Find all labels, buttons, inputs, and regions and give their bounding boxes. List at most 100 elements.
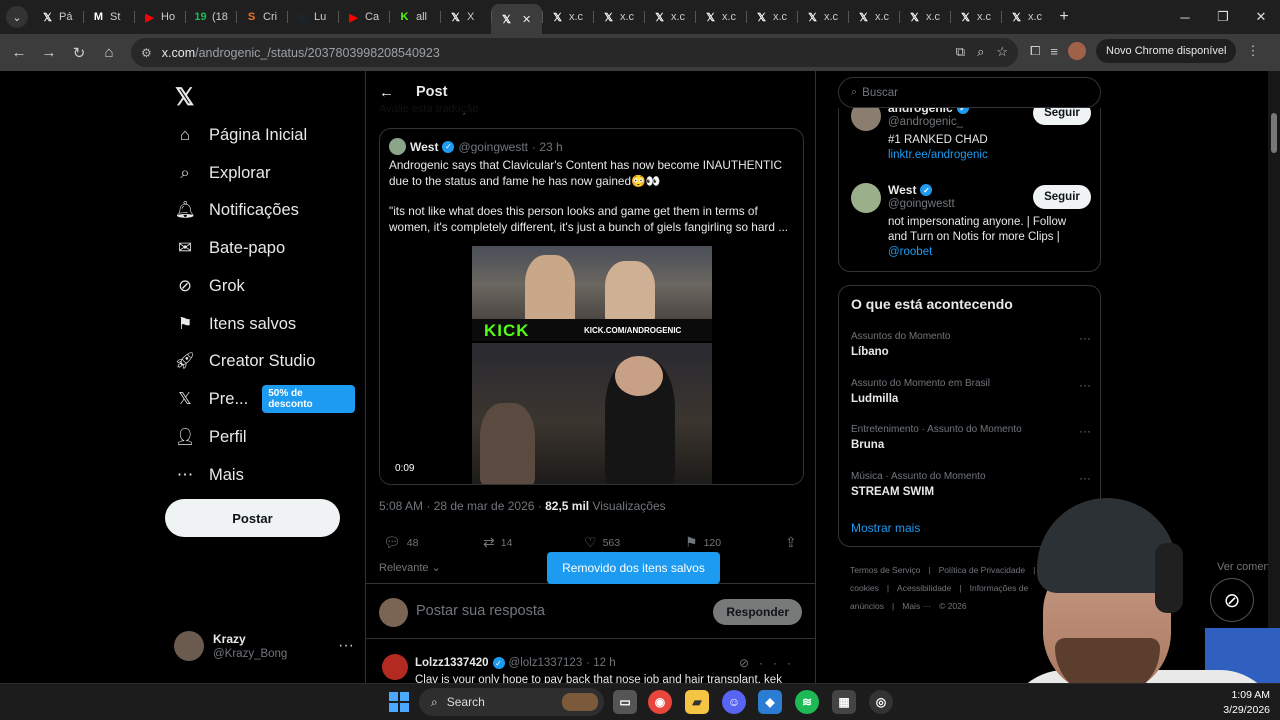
profile-avatar[interactable]: [1068, 42, 1086, 60]
bio-link[interactable]: @roobet: [888, 246, 932, 258]
browser-tab[interactable]: 𝕏X: [440, 4, 491, 30]
trend-item[interactable]: Música · Assunto do Momento STREAM SWIM ··…: [851, 471, 1091, 498]
sidebar-item-grok[interactable]: ⊘ Grok: [174, 271, 245, 301]
trend-item[interactable]: Entretenimento · Assunto do Momento Bruna…: [851, 424, 1091, 451]
sidebar-item-person[interactable]: 👤︎ Perfil: [174, 422, 247, 452]
system-clock[interactable]: 1:09 AM 3/29/2026: [1223, 688, 1270, 718]
footer-link[interactable]: Termos de Serviço: [850, 565, 920, 575]
task-view-icon[interactable]: ▭: [613, 690, 637, 714]
browser-tab[interactable]: 𝕏x.c: [746, 4, 797, 30]
browser-tab[interactable]: 𝕏 ✕: [491, 4, 542, 34]
file-explorer-icon[interactable]: ▰: [685, 690, 709, 714]
footer-link[interactable]: Acessibilidade: [897, 583, 951, 593]
browser-tab[interactable]: ◎ Lu: [287, 4, 338, 30]
browser-tab[interactable]: S Cri: [236, 4, 287, 30]
reply-input[interactable]: Postar sua resposta: [416, 603, 545, 619]
footer-link[interactable]: Mais ···: [902, 601, 931, 611]
sort-dropdown[interactable]: Relevante ⌄: [379, 562, 441, 574]
browser-tab[interactable]: ▶ Ca: [338, 4, 389, 30]
browser-tab[interactable]: ▶ Ho: [134, 4, 185, 30]
browser-tab[interactable]: 𝕏x.c: [542, 4, 593, 30]
reload-icon[interactable]: ↻: [64, 38, 94, 68]
home-icon[interactable]: ⌂: [94, 38, 124, 68]
browser-tab[interactable]: 𝕏x.c: [797, 4, 848, 30]
share-action[interactable]: ⇪: [785, 534, 803, 551]
store-icon[interactable]: ◆: [758, 690, 782, 714]
tab-search-icon[interactable]: ⌄: [6, 6, 28, 28]
chrome-icon[interactable]: ◉: [648, 690, 672, 714]
spotify-icon[interactable]: ≋: [795, 690, 819, 714]
browser-tab[interactable]: 𝕏x.c: [950, 4, 1001, 30]
close-window-icon[interactable]: ✕: [1242, 0, 1280, 34]
post-timestamp[interactable]: 5:08 AM · 28 de mar de 2026 ·: [379, 499, 545, 513]
reply-action[interactable]: 💬︎ 48: [383, 534, 418, 551]
reply-button[interactable]: Responder: [713, 599, 802, 625]
extensions-icon[interactable]: ⧠: [1030, 43, 1040, 59]
sidebar-item-more-circle[interactable]: ⋯ Mais: [174, 460, 244, 490]
chrome-update-button[interactable]: Novo Chrome disponível: [1096, 39, 1237, 63]
bio-link[interactable]: linktr.ee/androgenic: [888, 148, 1083, 163]
install-app-icon[interactable]: ⧉: [956, 44, 965, 60]
video-player[interactable]: KICK KICK.COM/ANDROGENIC 0:09: [380, 243, 803, 484]
obs-icon[interactable]: ◎: [869, 690, 893, 714]
more-dots-icon[interactable]: ···: [1079, 424, 1091, 438]
browser-tab[interactable]: 𝕏x.c: [848, 4, 899, 30]
more-dots-icon[interactable]: ···: [338, 637, 354, 655]
back-arrow-icon[interactable]: ←: [4, 38, 34, 68]
more-dots-icon[interactable]: ···: [1079, 471, 1091, 485]
bookmark-star-icon[interactable]: ☆: [996, 44, 1008, 60]
browser-tab[interactable]: 𝕏x.c: [899, 4, 950, 30]
reply-post[interactable]: Lolzz1337420 ✓ @lolz1337123 · 12 h Clav …: [366, 648, 815, 683]
sidebar-item-mail[interactable]: ✉ Bate-papo: [174, 233, 285, 263]
browser-tab[interactable]: 𝕏x.c: [593, 4, 644, 30]
account-switcher[interactable]: Krazy @Krazy_Bong ···: [174, 631, 354, 661]
windows-start-icon[interactable]: [389, 692, 409, 712]
zoom-icon[interactable]: ⌕: [977, 44, 984, 60]
app-icon[interactable]: ▦: [832, 690, 856, 714]
more-dots-icon[interactable]: ···: [1079, 378, 1091, 392]
taskbar-search[interactable]: ⌕ Search: [419, 688, 604, 716]
sidebar-item-bell[interactable]: 🔔︎ Notificações: [174, 195, 299, 225]
post-button[interactable]: Postar: [165, 499, 340, 537]
address-bar[interactable]: ⚙ x.com/androgenic_/status/2037803998208…: [131, 38, 1018, 67]
follow-button[interactable]: Seguir: [1033, 108, 1091, 125]
site-info-icon[interactable]: ⚙: [141, 46, 152, 60]
discount-badge[interactable]: 50% de desconto: [262, 385, 355, 413]
sidebar-item-rocket[interactable]: 🚀︎ Creator Studio: [174, 346, 316, 376]
x-logo-icon[interactable]: 𝕏: [175, 83, 194, 112]
restore-icon[interactable]: ❐: [1204, 0, 1242, 34]
trend-item[interactable]: Assunto do Momento em Brasil Ludmilla ···: [851, 378, 1091, 405]
sidebar-item-bookmark[interactable]: ⚑ Itens salvos: [174, 309, 297, 339]
more-dots-icon[interactable]: ···: [1079, 331, 1091, 345]
search-input[interactable]: ⌕ Buscar: [838, 77, 1101, 108]
browser-tab[interactable]: 𝕏x.c: [644, 4, 695, 30]
reply-more-icons[interactable]: ⊘···: [739, 656, 801, 670]
sidebar-item-label: Itens salvos: [209, 314, 297, 333]
follow-button[interactable]: Seguir: [1033, 185, 1091, 209]
browser-tab[interactable]: 𝕏x.c: [695, 4, 746, 30]
new-tab-button[interactable]: +: [1052, 8, 1076, 26]
bookmark-action[interactable]: ⚑ 120: [685, 534, 721, 551]
scrollbar-thumb[interactable]: [1271, 113, 1277, 153]
sidebar-item-search[interactable]: ⌕ Explorar: [174, 158, 270, 188]
sidebar-item-x-premium[interactable]: 𝕏 Pre... 50% de desconto: [174, 384, 355, 414]
browser-tab[interactable]: M St: [83, 4, 134, 30]
browser-tab[interactable]: 𝕏 Pá: [32, 4, 83, 30]
repost-action[interactable]: ⇄ 14: [483, 534, 512, 551]
menu-dots-icon[interactable]: ⋮: [1246, 43, 1259, 59]
quoted-post[interactable]: West ✓ @goingwestt · 23 h Androgenic say…: [379, 128, 804, 485]
sidebar-item-home[interactable]: ⌂ Página Inicial: [174, 120, 307, 150]
show-more-link[interactable]: Mostrar mais: [851, 521, 920, 535]
close-tab-icon[interactable]: ✕: [522, 13, 531, 26]
footer-link[interactable]: © 2026: [939, 601, 967, 611]
trend-item[interactable]: Assuntos do Momento Líbano ···: [851, 331, 1091, 358]
discord-icon[interactable]: ☺: [722, 690, 746, 714]
browser-tab[interactable]: Kall: [389, 4, 440, 30]
media-control-icon[interactable]: ≡: [1050, 44, 1058, 59]
forward-arrow-icon[interactable]: →: [34, 38, 64, 68]
back-arrow-icon[interactable]: ←: [379, 84, 394, 101]
browser-tab[interactable]: 19 (18: [185, 4, 236, 30]
browser-tab[interactable]: 𝕏x.c: [1001, 4, 1052, 30]
minimize-icon[interactable]: ─: [1166, 0, 1204, 34]
like-action[interactable]: ♡ 563: [584, 534, 620, 551]
